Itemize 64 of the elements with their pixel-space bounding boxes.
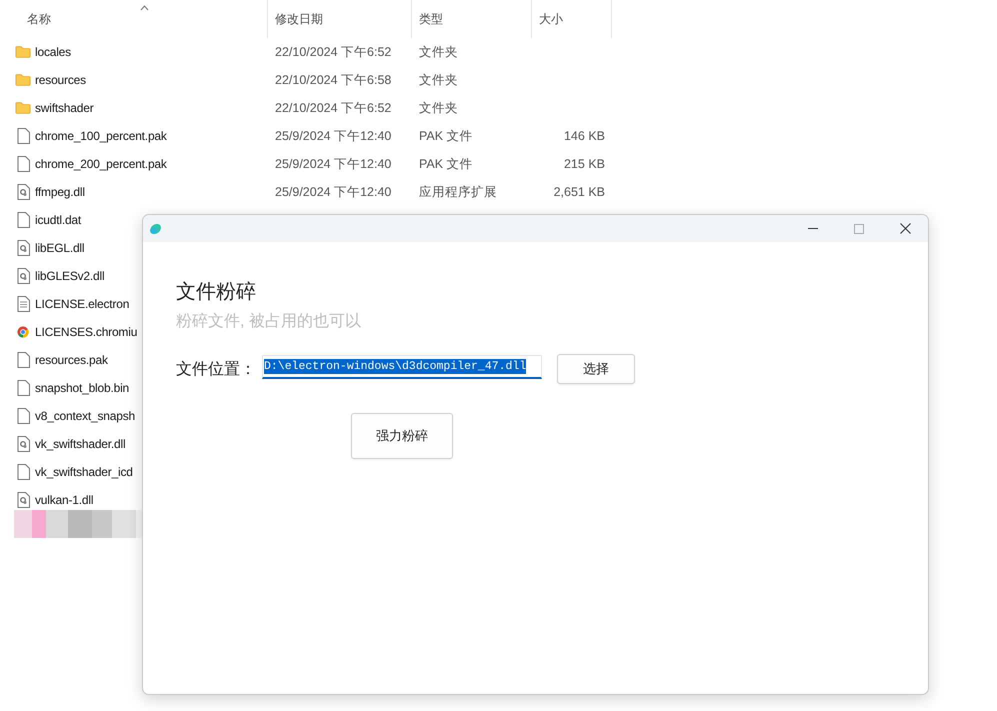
file-name[interactable]: vulkan-1.dll [35, 491, 94, 509]
modified-date: 25/9/2024 下午12:40 [275, 128, 392, 143]
settings-file-icon [16, 492, 30, 508]
file-name[interactable]: chrome_100_percent.pak [35, 127, 167, 145]
browser-file-icon [17, 326, 29, 338]
file-icon [16, 212, 30, 228]
file-name[interactable]: resources [35, 71, 86, 89]
settings-file-icon [16, 240, 30, 256]
file-name[interactable]: chrome_200_percent.pak [35, 155, 167, 173]
file-name[interactable]: resources.pak [35, 351, 108, 369]
file-name[interactable]: snapshot_blob.bin [35, 379, 130, 397]
modified-date: 22/10/2024 下午6:52 [275, 100, 392, 115]
file-size: 215 KB [564, 156, 605, 171]
column-header[interactable]: 名称 [27, 10, 51, 28]
file-name[interactable]: ffmpeg.dll [35, 183, 85, 201]
modified-date: 25/9/2024 下午12:40 [275, 156, 392, 171]
file-type: PAK 文件 [419, 156, 473, 171]
modified-date: 25/9/2024 下午12:40 [275, 184, 392, 199]
file-type: 文件夹 [419, 44, 458, 59]
close-icon [900, 223, 910, 234]
modified-date: 22/10/2024 下午6:58 [275, 72, 392, 87]
folder-icon [15, 73, 31, 87]
file-size: 2,651 KB [554, 184, 605, 199]
file-name[interactable]: vk_swiftshader_icd [35, 463, 133, 481]
settings-file-icon [16, 184, 30, 200]
text-file-icon [16, 296, 30, 312]
field-label: 文件位置： [176, 360, 257, 380]
settings-file-icon [16, 436, 30, 452]
minimize-icon [808, 228, 818, 229]
file-name[interactable]: LICENSES.chromiu [35, 323, 138, 341]
file-type: 文件夹 [419, 100, 458, 115]
maximize-icon [854, 224, 864, 234]
dialog-title: 文件粉碎 [176, 280, 257, 305]
column-header[interactable]: 类型 [419, 10, 443, 28]
column-header[interactable]: 大小 [539, 10, 563, 28]
file-type: 文件夹 [419, 72, 458, 87]
shred-button[interactable]: 强力粉碎 [351, 413, 453, 459]
dialog-subtitle: 粉碎文件, 被占用的也可以 [176, 312, 362, 332]
file-name[interactable]: libEGL.dll [35, 239, 84, 257]
path-field[interactable]: D:\electron-windows\d3dcompiler_47.dll [262, 355, 542, 379]
file-icon [16, 464, 30, 480]
choose-button[interactable]: 选择 [557, 354, 635, 384]
file-icon [16, 352, 30, 368]
file-name[interactable]: icudtl.dat [35, 211, 82, 229]
column-header[interactable]: 修改日期 [275, 10, 323, 28]
file-icon [16, 156, 30, 172]
file-type: PAK 文件 [419, 128, 473, 143]
file-name[interactable]: libGLESv2.dll [35, 267, 104, 285]
file-name[interactable]: locales [35, 43, 71, 61]
file-icon [16, 380, 30, 396]
file-type: 应用程序扩展 [419, 184, 497, 199]
settings-file-icon [16, 268, 30, 284]
folder-icon [15, 45, 31, 59]
file-name[interactable]: vk_swiftshader.dll [35, 435, 126, 453]
path-text: D:\electron-windows\d3dcompiler_47.dll [264, 359, 526, 374]
file-name[interactable]: swiftshader [35, 99, 94, 117]
folder-icon [15, 101, 31, 115]
app-logo-icon [149, 222, 162, 234]
file-size: 146 KB [564, 128, 605, 143]
file-icon [16, 128, 30, 144]
file-name[interactable]: LICENSE.electron [35, 295, 130, 313]
file-icon [16, 408, 30, 424]
modified-date: 22/10/2024 下午6:52 [275, 44, 392, 59]
file-name[interactable]: v8_context_snapsh [35, 407, 136, 425]
